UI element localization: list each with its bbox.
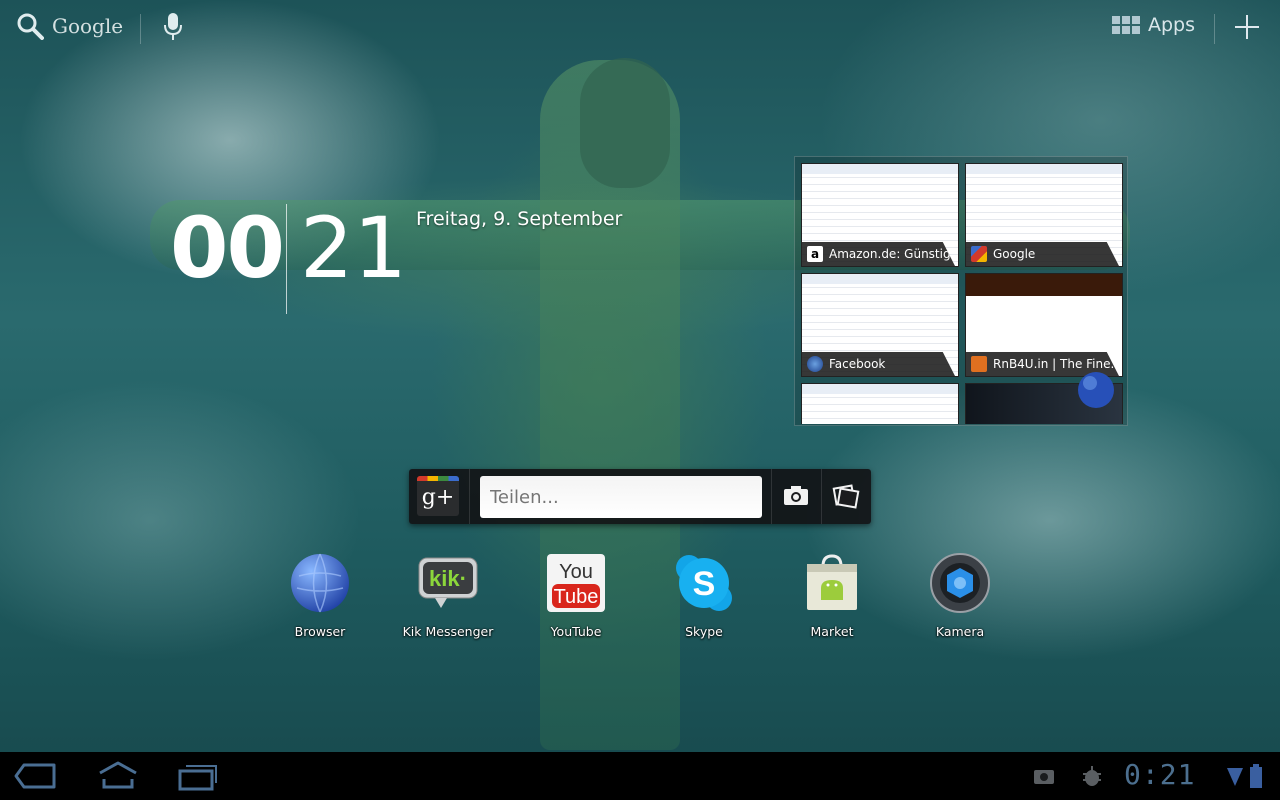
clock-minutes: 21	[300, 199, 407, 297]
system-bar: 0:21	[0, 752, 1280, 800]
bookmark-thumbnail	[802, 384, 958, 424]
google-search-label: Google	[52, 14, 124, 38]
top-divider	[140, 14, 141, 44]
apps-label: Apps	[1148, 14, 1196, 36]
clock-separator	[286, 204, 287, 314]
share-gallery-icon[interactable]	[829, 479, 863, 513]
browser-globe-icon	[1078, 372, 1114, 408]
bookmark-title: RnB4U.in | The Fine...	[993, 357, 1119, 371]
bookmark-title: Google	[993, 247, 1036, 261]
svg-text:Tube: Tube	[554, 586, 599, 608]
app-youtube[interactable]: You Tube YouTube	[526, 552, 626, 639]
svg-text:kik·: kik·	[429, 566, 467, 591]
app-label: Browser	[294, 624, 346, 639]
bookmark-tile[interactable]: RnB4U.in | The Fine...	[965, 273, 1123, 377]
bookmark-caption: Facebook	[802, 352, 955, 376]
add-icon[interactable]	[1234, 14, 1260, 40]
apps-grid-icon	[1112, 16, 1140, 34]
kik-icon: kik·	[418, 557, 478, 608]
search-icon	[17, 13, 44, 40]
app-skype[interactable]: S Skype	[654, 552, 754, 639]
google-plus-share-widget: g+	[409, 469, 871, 524]
clock-date: Freitag, 9. September	[416, 208, 623, 230]
wallpaper-statue-head	[580, 58, 670, 188]
share-camera-icon[interactable]	[779, 479, 813, 513]
apps-divider	[1214, 14, 1215, 44]
usb-debugging-icon	[1083, 766, 1101, 786]
google-plus-label: g+	[421, 485, 455, 510]
bookmark-tile[interactable]: a Amazon.de: Günstig...	[801, 163, 959, 267]
app-label: YouTube	[550, 624, 602, 639]
app-label: Market	[810, 624, 854, 639]
google-search-button[interactable]: Google	[16, 12, 123, 40]
home-icon[interactable]	[96, 761, 140, 791]
bookmark-caption: Google	[966, 242, 1119, 266]
skype-icon: S	[676, 555, 732, 611]
globe-icon	[807, 356, 823, 372]
youtube-icon: You Tube	[547, 554, 605, 612]
bookmark-tile[interactable]	[801, 383, 959, 424]
recent-apps-icon[interactable]	[176, 761, 220, 791]
bookmark-title: Amazon.de: Günstig...	[829, 247, 955, 261]
app-label: Kamera	[935, 624, 985, 639]
app-market[interactable]: Market	[782, 552, 882, 639]
app-kik-messenger[interactable]: kik· Kik Messenger	[398, 552, 498, 639]
google-icon	[971, 246, 987, 262]
bookmark-caption: a Amazon.de: Günstig...	[802, 242, 955, 266]
share-divider	[771, 469, 772, 524]
bookmark-tile[interactable]: Google	[965, 163, 1123, 267]
app-browser[interactable]: Browser	[270, 552, 370, 639]
svg-text:You: You	[559, 561, 593, 583]
browser-icon	[291, 553, 349, 613]
app-kamera[interactable]: Kamera	[910, 552, 1010, 639]
app-label: Kik Messenger	[402, 624, 494, 639]
svg-text:S: S	[693, 565, 716, 603]
market-icon	[807, 554, 857, 610]
amazon-icon: a	[807, 246, 823, 262]
apps-button[interactable]: Apps	[1112, 14, 1195, 36]
status-time: 0:21	[1124, 758, 1196, 791]
screenshot-icon	[1034, 770, 1054, 784]
camera-icon	[930, 553, 990, 613]
wifi-signal-icon	[1227, 768, 1243, 786]
bookmark-title: Facebook	[829, 357, 886, 371]
rnb4u-icon	[971, 356, 987, 372]
back-icon[interactable]	[14, 761, 58, 791]
share-input[interactable]	[480, 476, 762, 518]
voice-search-icon[interactable]	[162, 12, 184, 42]
clock-hours: 00	[170, 199, 285, 297]
google-plus-stripe	[417, 476, 459, 481]
share-divider	[821, 469, 822, 524]
share-divider	[469, 469, 470, 524]
battery-icon	[1250, 764, 1262, 788]
app-label: Skype	[685, 624, 723, 639]
google-plus-button[interactable]: g+	[417, 476, 459, 516]
bookmark-tile[interactable]: Facebook	[801, 273, 959, 377]
